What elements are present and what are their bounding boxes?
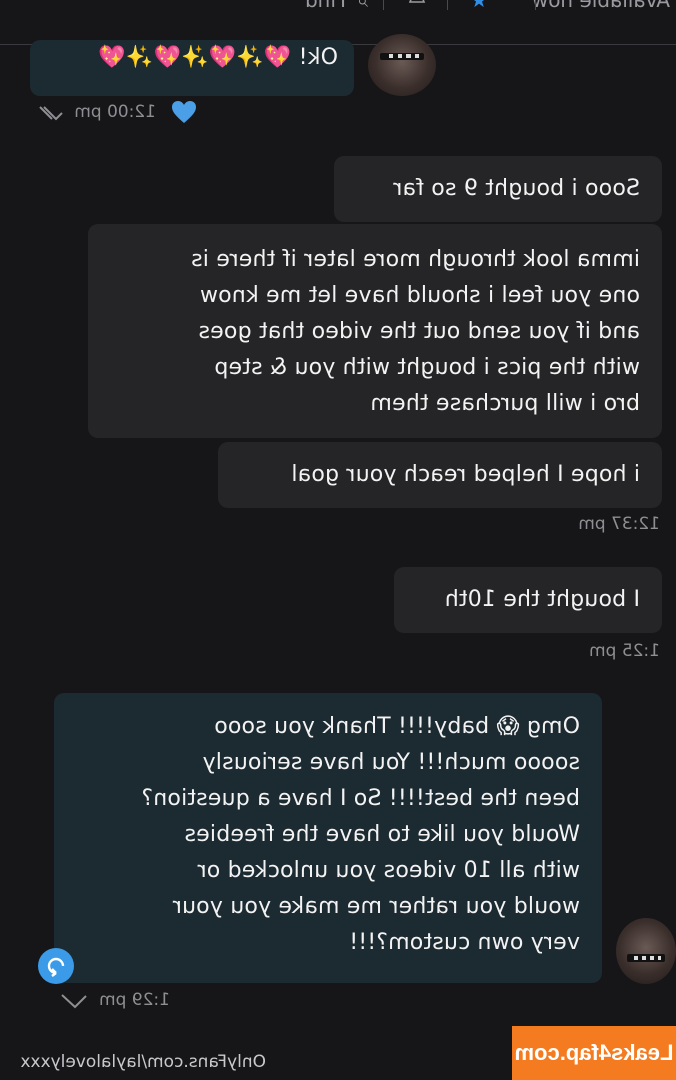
- message-text: one you feel i should have let me know: [199, 283, 640, 308]
- message-bubble-outgoing[interactable]: Sooo i bought 9 so far: [334, 156, 662, 222]
- message-text: very own custom?!!!: [349, 930, 580, 955]
- avatar[interactable]: [368, 34, 436, 96]
- message-text: soooo much!!! You have seriously: [202, 750, 580, 775]
- message-timestamp: 1:25 pm: [589, 641, 660, 661]
- divider: [447, 0, 448, 10]
- message-timestamp: 1:29 pm: [99, 990, 170, 1010]
- brand-watermark: Leaks4fap.com: [512, 1026, 676, 1080]
- search-icon[interactable]: ⌕: [357, 0, 368, 12]
- read-receipt-icon: [60, 992, 88, 1014]
- avatar[interactable]: [616, 918, 676, 984]
- message-text: i hope I helped reach your goal: [291, 462, 640, 487]
- star-icon[interactable]: ★: [470, 0, 488, 12]
- message-text: Ok! 💖✨💖✨💖✨💖: [98, 45, 338, 70]
- message-text: imma look through more later if there is: [190, 247, 640, 272]
- divider: [383, 0, 384, 10]
- message-bubble-incoming[interactable]: Ok! 💖✨💖✨💖✨💖: [30, 40, 354, 96]
- read-receipt-icon: [28, 104, 64, 126]
- message-text: would you rather me make you your: [172, 894, 580, 919]
- message-text: Sooo i bought 9 so far: [393, 176, 640, 201]
- source-url: OnlyFans.com/laylalovelyxxx: [20, 1052, 266, 1072]
- chat-screen: Available now ★ ⌕ Find Ok! 💖✨💖✨💖✨💖 12:00…: [0, 0, 676, 1080]
- find-label[interactable]: Find: [305, 0, 346, 12]
- message-bubble-outgoing[interactable]: imma look through more later if there is…: [88, 224, 662, 438]
- status-label[interactable]: Available now: [532, 0, 670, 12]
- message-text: with all 10 videos you unlocked or: [197, 858, 580, 883]
- message-text: Would you like to have the freebies: [184, 822, 580, 847]
- like-heart-icon[interactable]: [170, 99, 198, 129]
- message-timestamp: 12:37 pm: [578, 514, 660, 534]
- message-text: Omg 😱 baby!!!! Thank you sooo: [214, 714, 580, 739]
- bell-icon[interactable]: [408, 0, 426, 13]
- message-bubble-outgoing[interactable]: I bought the 10th: [394, 567, 662, 633]
- message-timestamp: 12:00 pm: [74, 102, 156, 122]
- message-text: I bought the 10th: [444, 587, 640, 612]
- message-text: bro i will purchase them: [370, 391, 640, 416]
- retry-icon[interactable]: [38, 948, 74, 984]
- divider: [535, 0, 536, 10]
- message-bubble-outgoing[interactable]: i hope I helped reach your goal: [218, 442, 662, 508]
- message-bubble-incoming[interactable]: Omg 😱 baby!!!! Thank you sooo soooo much…: [54, 693, 602, 983]
- top-bar: Available now ★ ⌕ Find: [0, 0, 676, 45]
- message-text: and if you send out the video that goes: [198, 319, 640, 344]
- message-text: been the best!!!! So I have a question?: [141, 786, 580, 811]
- message-text: with the pics i bought with you & step: [214, 355, 640, 380]
